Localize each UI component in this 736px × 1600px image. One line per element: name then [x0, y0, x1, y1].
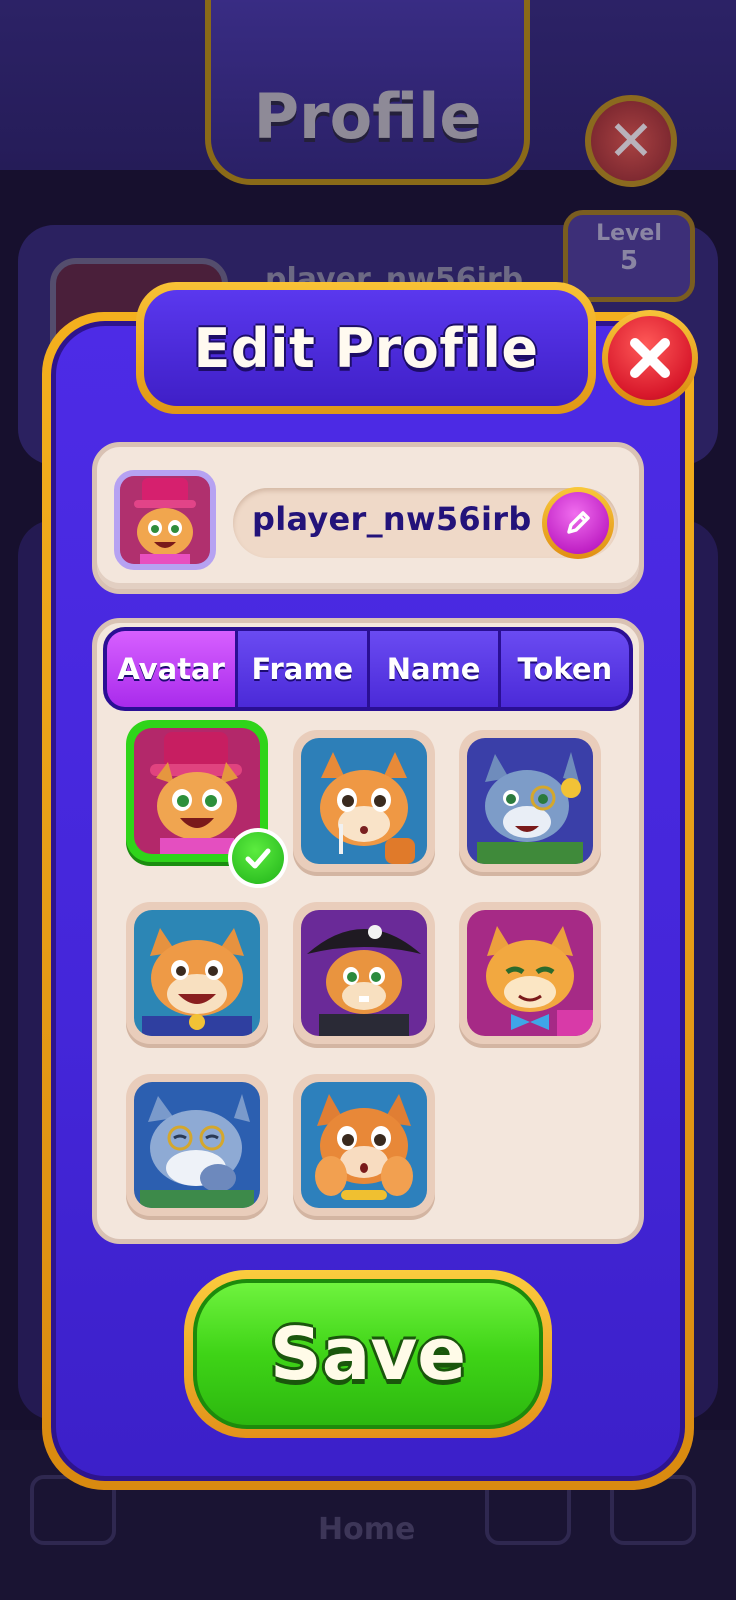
save-button[interactable]: Save: [184, 1270, 552, 1438]
dialog-title: Edit Profile: [193, 316, 539, 380]
avatar-tile-medal-cat[interactable]: [126, 902, 268, 1044]
background-level-label: Level: [596, 221, 662, 246]
avatar-tile-candy-cat[interactable]: [293, 730, 435, 872]
background-nav-home: Home: [318, 1512, 416, 1547]
current-avatar: [114, 470, 216, 570]
close-icon: [608, 316, 692, 400]
player-name-text: player_nw56irb: [252, 500, 532, 538]
save-button-face: Save: [193, 1279, 543, 1429]
monocle-coin-cat-image: [467, 738, 593, 864]
category-tabs: Avatar Frame Name Token: [103, 627, 633, 711]
medal-cat-image: [134, 910, 260, 1036]
bowtie-cat-image: [467, 910, 593, 1036]
close-button[interactable]: [602, 310, 698, 406]
pirate-cat-image: [301, 910, 427, 1036]
avatar-tile-pirate-cat[interactable]: [293, 902, 435, 1044]
avatar-tile-bowtie-cat[interactable]: [459, 902, 601, 1044]
avatar-tile-shy-cat[interactable]: [293, 1074, 435, 1216]
selected-check-icon: [228, 828, 288, 888]
background-close-icon: ✕: [585, 95, 677, 187]
background-level-value: 5: [619, 246, 639, 276]
dialog-title-bg: Edit Profile: [144, 290, 588, 406]
edit-name-button[interactable]: [542, 487, 614, 559]
save-button-label: Save: [269, 1312, 467, 1396]
tab-frame[interactable]: Frame: [235, 631, 367, 707]
check-badge: [232, 832, 284, 884]
background-level-badge: Level 5: [563, 210, 695, 302]
tab-name[interactable]: Name: [366, 631, 498, 707]
avatar-tile-thinking-cat[interactable]: [126, 1074, 268, 1216]
tab-token[interactable]: Token: [497, 631, 629, 707]
thinking-cat-image: [134, 1082, 260, 1208]
candy-cat-image: [301, 738, 427, 864]
background-page-title: Profile: [253, 80, 482, 153]
dialog-title-plate: Edit Profile: [136, 282, 596, 414]
avatar-tile-monocle-coin-cat[interactable]: [459, 730, 601, 872]
pencil-icon: [547, 492, 609, 554]
tab-avatar[interactable]: Avatar: [107, 631, 236, 707]
shy-cat-image: [301, 1082, 427, 1208]
